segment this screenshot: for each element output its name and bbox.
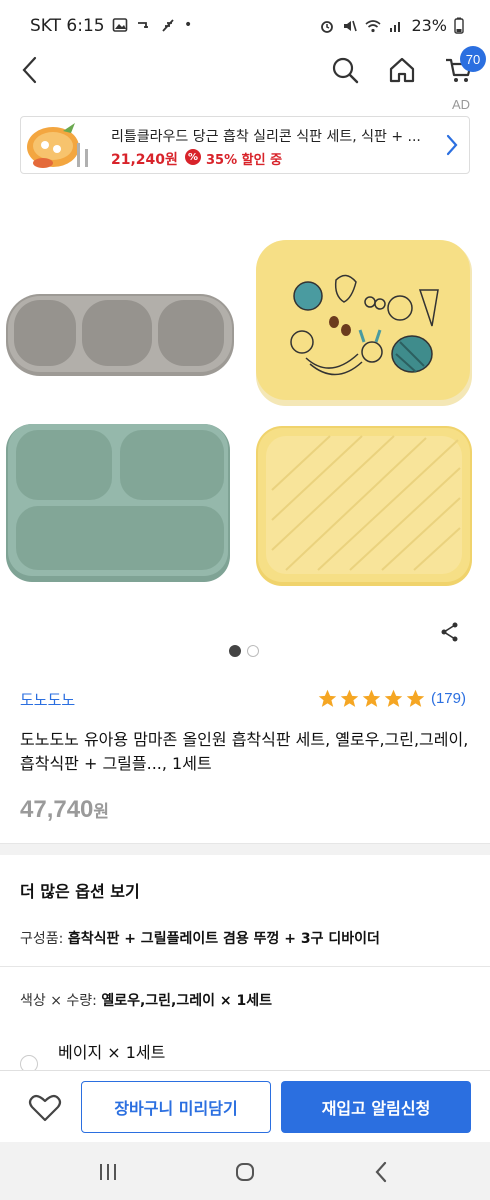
section-divider bbox=[0, 843, 490, 855]
notification-icons: • bbox=[112, 17, 192, 33]
yellow-lid bbox=[256, 240, 472, 406]
composition-value: 흡착식판 + 그릴플레이트 겸용 뚜껑 + 3구 디바이더 bbox=[67, 931, 380, 947]
wifi-icon bbox=[365, 19, 381, 32]
color-label: 색상 × 수량: bbox=[20, 993, 102, 1009]
yellow-grill-plate bbox=[256, 426, 472, 586]
discount-icon: % bbox=[185, 149, 201, 165]
ad-banner[interactable]: 리틀클라우드 당근 흡착 실리콘 식판 세트, 식판 + ... 21,240원… bbox=[20, 116, 470, 174]
battery-icon bbox=[454, 17, 464, 34]
image-pager bbox=[229, 645, 259, 657]
ad-title: 리틀클라우드 당근 흡착 실리콘 식판 세트, 식판 + ... bbox=[111, 129, 421, 145]
brand-link[interactable]: 도노도노 bbox=[20, 689, 75, 710]
product-image[interactable] bbox=[0, 230, 490, 600]
status-bar: SKT 6:15 • 23% bbox=[0, 0, 490, 52]
product-price: 47,740원 bbox=[20, 796, 109, 824]
back-button[interactable] bbox=[14, 52, 44, 88]
price-value: 47,740 bbox=[20, 796, 94, 823]
rating[interactable]: (179) bbox=[317, 688, 466, 709]
recent-apps-icon[interactable] bbox=[96, 1160, 120, 1184]
star-icon bbox=[362, 689, 381, 707]
color-quantity-row: 색상 × 수량: 옐로우,그린,그레이 × 1세트 bbox=[20, 990, 272, 1010]
ad-discount: 35% 할인 중 bbox=[206, 153, 283, 168]
battery-percent: 23% bbox=[411, 16, 447, 35]
system-navigation-bar bbox=[0, 1142, 490, 1200]
add-to-cart-button[interactable]: 장바구니 미리담기 bbox=[81, 1081, 271, 1133]
back-nav-icon[interactable] bbox=[370, 1160, 394, 1184]
gallery-icon bbox=[112, 18, 128, 32]
heart-icon[interactable] bbox=[28, 1093, 62, 1123]
product-title: 도노도노 유아용 맘마존 올인원 흡착식판 세트, 옐로우,그린,그레이, 흡착… bbox=[20, 730, 469, 773]
cart-button[interactable]: 70 bbox=[442, 46, 486, 88]
home-icon bbox=[389, 57, 415, 83]
bottom-action-bar: 장바구니 미리담기 재입고 알림신청 bbox=[0, 1070, 490, 1142]
price-unit: 원 bbox=[93, 802, 110, 821]
more-notifications-dot: • bbox=[184, 17, 193, 33]
cart-count-badge: 70 bbox=[460, 46, 486, 72]
more-options-title[interactable]: 더 많은 옵션 보기 bbox=[20, 878, 140, 902]
restock-alert-button[interactable]: 재입고 알림신청 bbox=[281, 1081, 471, 1133]
ad-thumbnail bbox=[27, 123, 88, 168]
ad-label: AD bbox=[451, 97, 470, 112]
star-icon bbox=[406, 689, 425, 707]
home-button[interactable] bbox=[386, 52, 418, 88]
system-icons: 23% bbox=[319, 16, 464, 35]
composition-label: 구성품: bbox=[20, 931, 68, 947]
top-navigation: 70 bbox=[0, 46, 490, 92]
rating-count: (179) bbox=[430, 690, 466, 707]
chevron-right-icon bbox=[446, 134, 458, 156]
star-icon bbox=[340, 689, 359, 707]
green-plate bbox=[6, 424, 230, 582]
pager-dot[interactable] bbox=[247, 645, 259, 657]
signal-icon bbox=[390, 21, 401, 32]
alt-option-label[interactable]: 베이지 × 1세트 bbox=[58, 1039, 165, 1063]
back-arrow-icon bbox=[22, 56, 37, 84]
composition-row: 구성품: 흡착식판 + 그릴플레이트 겸용 뚜껑 + 3구 디바이더 bbox=[20, 928, 380, 948]
share-icon[interactable] bbox=[438, 620, 462, 644]
home-nav-icon[interactable] bbox=[233, 1160, 257, 1184]
status-time: SKT 6:15 bbox=[30, 16, 105, 36]
gray-divider-plate bbox=[6, 294, 234, 376]
ad-price: 21,240원 bbox=[111, 152, 178, 168]
alarm-icon bbox=[321, 20, 334, 33]
option-divider bbox=[0, 966, 490, 967]
search-icon bbox=[332, 57, 359, 84]
feather-icon bbox=[162, 19, 174, 32]
pager-dot-active[interactable] bbox=[229, 645, 241, 657]
key-icon bbox=[138, 22, 148, 28]
star-icon bbox=[318, 689, 337, 707]
mute-icon bbox=[344, 20, 358, 31]
search-button[interactable] bbox=[329, 52, 361, 88]
color-value: 옐로우,그린,그레이 × 1세트 bbox=[101, 993, 272, 1009]
star-icon bbox=[384, 689, 403, 707]
